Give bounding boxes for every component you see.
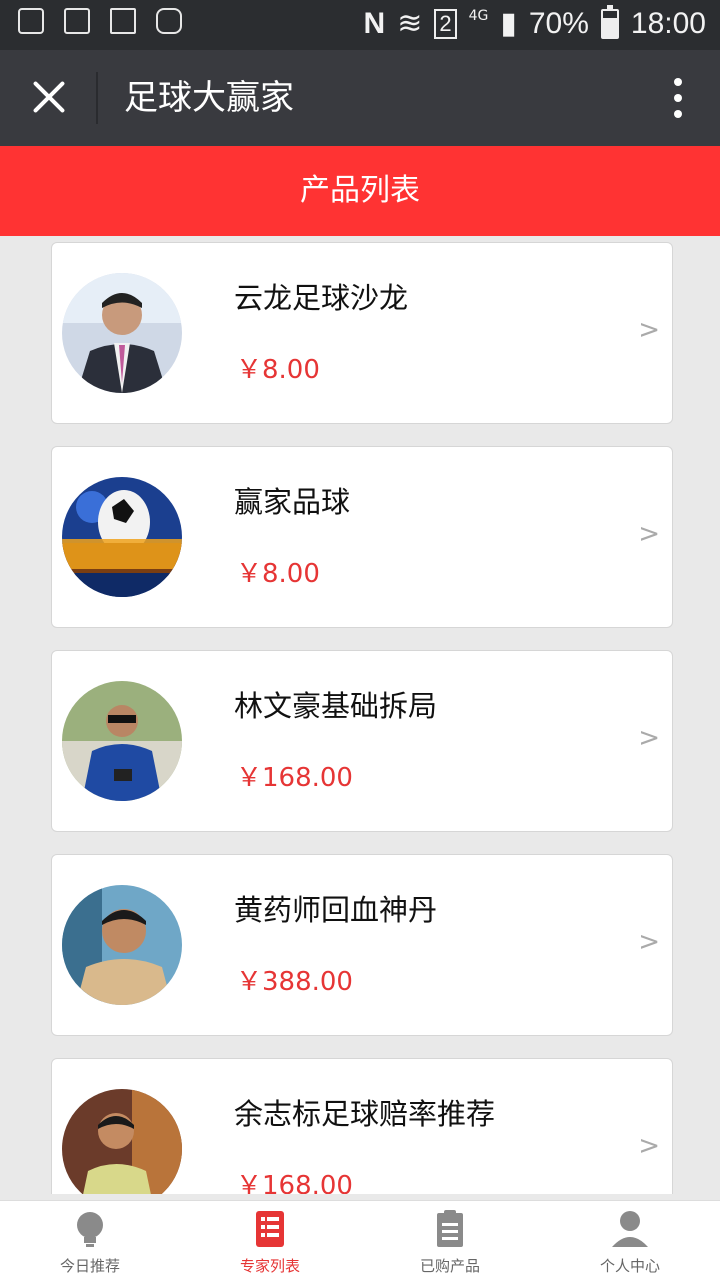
nav-label: 个人中心 [599,1257,660,1275]
product-list[interactable]: 云龙足球沙龙 ￥8.00 > 赢家品球 ￥8.00 > 林文豪基础拆局 ￥168… [0,236,720,1194]
product-name: 云龙足球沙龙 [234,281,409,315]
notification-icons [18,8,182,34]
product-card[interactable]: 林文豪基础拆局 ￥168.00 > [51,650,673,832]
user-icon [612,1211,648,1247]
lightbulb-icon [77,1212,103,1247]
avatar [62,477,182,597]
close-icon[interactable] [26,74,72,120]
galaxy-app-icon [156,8,182,34]
bottom-nav: 今日推荐 专家列表 已购产品 个人中心 [0,1200,720,1281]
nav-item-purchased[interactable]: 已购产品 [360,1201,540,1281]
nav-item-experts[interactable]: 专家列表 [180,1201,360,1281]
signal-icon: ▮ [500,7,517,40]
network-type: 4G [468,7,489,24]
app-titlebar: 足球大赢家 [0,50,720,146]
clock: 18:00 [630,6,706,40]
titlebar-divider [96,72,98,124]
battery-icon [600,4,619,39]
battery-percent: 70% [528,6,589,40]
nav-item-profile[interactable]: 个人中心 [540,1201,720,1281]
mail-icon [110,8,136,34]
avatar [62,885,182,1005]
product-price: ￥168.00 [236,1171,353,1194]
page-title: 足球大赢家 [124,78,294,118]
list-icon [256,1211,284,1247]
product-name: 余志标足球赔率推荐 [234,1097,496,1131]
nav-label: 今日推荐 [59,1257,120,1275]
product-card[interactable]: 云龙足球沙龙 ￥8.00 > [51,242,673,424]
product-price: ￥8.00 [236,355,320,385]
product-price: ￥8.00 [236,559,320,589]
status-bar: N ≋ 2 4G ▮ 70% 18:00 [0,0,720,50]
sim-slot-badge: 2 [434,8,457,39]
section-header: 产品列表 [0,146,720,236]
product-card[interactable]: 赢家品球 ￥8.00 > [51,446,673,628]
product-card[interactable]: 余志标足球赔率推荐 ￥168.00 > [51,1058,673,1194]
nav-label: 专家列表 [239,1257,300,1275]
system-indicators: N ≋ 2 4G ▮ 70% 18:00 [363,4,706,41]
chevron-right-icon: > [638,315,660,345]
wifi-icon: ≋ [397,7,423,40]
nav-label: 已购产品 [419,1257,480,1275]
device-clock-icon [64,8,90,34]
clipboard-icon [437,1210,463,1247]
nfc-icon: N [363,6,386,40]
product-price: ￥168.00 [236,763,353,793]
product-name: 林文豪基础拆局 [234,689,438,723]
more-options-icon[interactable] [672,78,684,120]
gallery-icon [18,8,44,34]
chevron-right-icon: > [638,723,660,753]
product-name: 黄药师回血神丹 [234,893,438,927]
avatar [62,1089,182,1194]
avatar [62,273,182,393]
chevron-right-icon: > [638,519,660,549]
chevron-right-icon: > [638,927,660,957]
avatar [62,681,182,801]
product-name: 赢家品球 [234,485,351,519]
product-card[interactable]: 黄药师回血神丹 ￥388.00 > [51,854,673,1036]
product-price: ￥388.00 [236,967,353,997]
chevron-right-icon: > [638,1131,660,1161]
nav-item-today[interactable]: 今日推荐 [0,1201,180,1281]
